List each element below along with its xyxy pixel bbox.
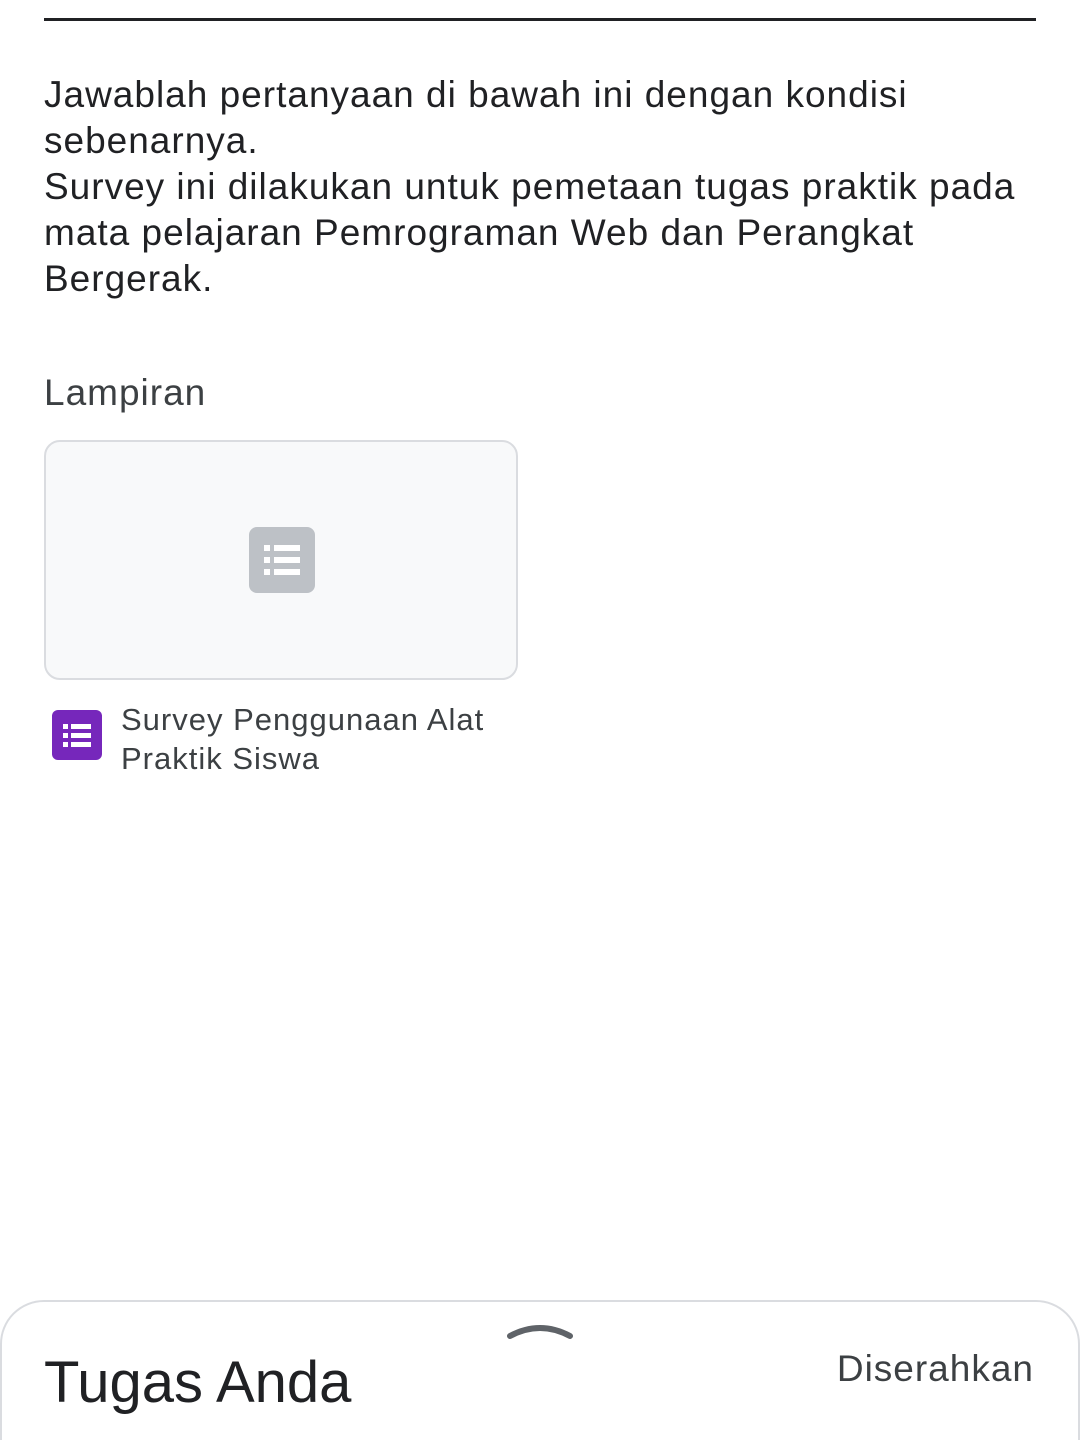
forms-icon xyxy=(52,710,102,760)
submission-status: Diserahkan xyxy=(836,1348,1034,1389)
description-line: Jawablah pertanyaan di bawah ini dengan … xyxy=(44,74,908,161)
attachment-title: Survey Penggunaan Alat Praktik Siswa xyxy=(121,702,485,776)
attachment-thumbnail-card[interactable] xyxy=(44,440,518,680)
attachment-item[interactable]: Survey Penggunaan Alat Praktik Siswa xyxy=(44,698,524,782)
top-divider xyxy=(44,18,1036,21)
assignment-detail-screen: Jawablah pertanyaan di bawah ini dengan … xyxy=(0,0,1080,1440)
chevron-up-icon[interactable] xyxy=(505,1316,575,1342)
attachments-section-title: Lampiran xyxy=(44,372,207,413)
description-line: Survey ini dilakukan untuk pemetaan tuga… xyxy=(44,166,1016,299)
form-placeholder-icon xyxy=(249,527,315,593)
assignment-description: Jawablah pertanyaan di bawah ini dengan … xyxy=(44,72,1024,302)
your-work-title: Tugas Anda xyxy=(44,1350,352,1415)
